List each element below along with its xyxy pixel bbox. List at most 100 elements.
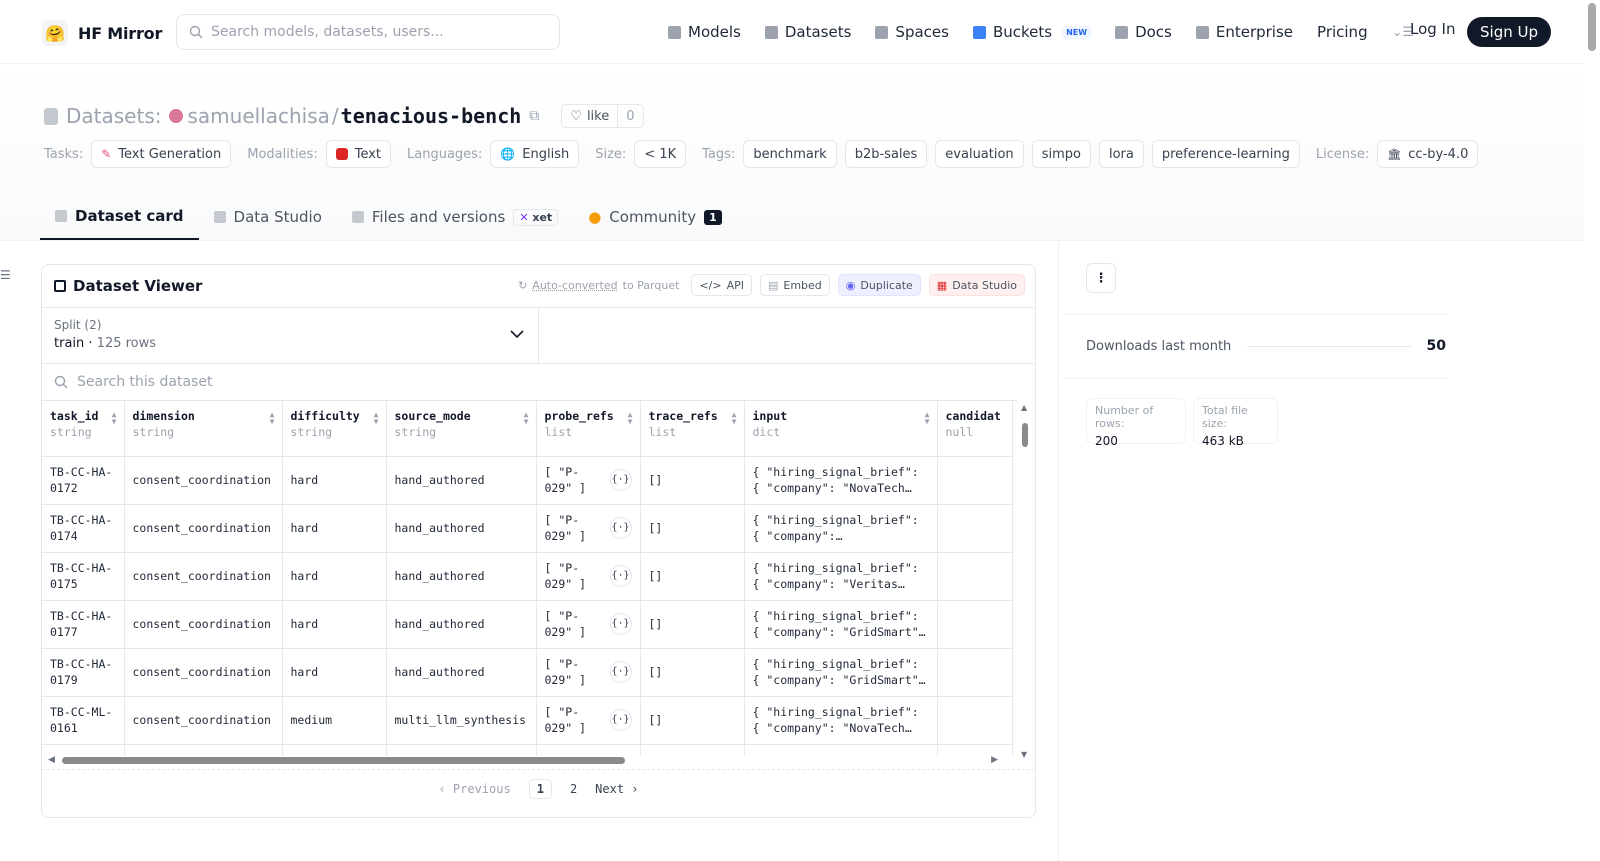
api-button[interactable]: </> API <box>691 274 752 296</box>
tab-data-studio[interactable]: Data Studio <box>199 194 337 240</box>
cell-task-id[interactable]: TB-CC-ML-0161 <box>42 696 125 745</box>
page-1-button[interactable]: 1 <box>528 778 552 799</box>
tag-language[interactable]: 🌐 English <box>490 140 580 168</box>
scrollbar-thumb[interactable] <box>62 757 625 764</box>
dataset-name[interactable]: tenacious-bench <box>341 104 522 128</box>
nav-docs[interactable]: Docs <box>1115 23 1172 41</box>
cell-dimension[interactable]: consent_coordination <box>124 600 283 649</box>
nav-datasets[interactable]: Datasets <box>764 23 851 41</box>
cell-probe-refs[interactable]: [ "P-029" ] {·} <box>536 504 641 553</box>
table-row[interactable]: TB-CC-HA-0177 consent_coordination hard han… <box>42 600 1013 649</box>
cell-task-id[interactable]: TB-CC-HA-0175 <box>42 552 125 601</box>
like-button[interactable]: ♡ like 0 <box>561 104 644 128</box>
cell-input[interactable]: { "hiring_signal_brief": { "company": "Gr… <box>744 600 938 649</box>
scrollbar-thumb[interactable] <box>1588 3 1596 51</box>
duplicate-button[interactable]: ◉ Duplicate <box>837 274 921 296</box>
json-expand-icon[interactable]: {·} <box>609 661 632 683</box>
json-expand-icon[interactable]: {·} <box>609 709 632 731</box>
cell-input[interactable]: { "hiring_signal_brief": { "company": "No… <box>744 456 938 505</box>
cell-dimension[interactable]: consent_coordination <box>124 696 283 745</box>
table-row[interactable]: TB-CC-HA-0172 consent_coordination hard han… <box>42 456 1013 505</box>
tag-task[interactable]: ✎ Text Generation <box>91 140 232 168</box>
cell-source-mode[interactable]: hand_authored <box>386 600 537 649</box>
json-expand-icon[interactable]: {·} <box>609 565 632 587</box>
cell-difficulty[interactable]: hard <box>282 504 387 553</box>
cell-dimension[interactable]: consent_coordination <box>124 552 283 601</box>
cell-trace-refs[interactable]: [] <box>640 504 745 553</box>
copy-icon[interactable]: ⧉ <box>529 108 539 124</box>
cell-probe-refs[interactable]: [ "P-029" ] {·} <box>536 456 641 505</box>
json-expand-icon[interactable]: {·} <box>609 517 632 539</box>
table-vertical-scrollbar[interactable]: ▲ ▼ <box>1021 403 1029 759</box>
column-header[interactable]: source_mode string ▲ ▼ <box>386 401 537 457</box>
cell-probe-refs[interactable]: [ "P-029" ] {·} <box>536 648 641 697</box>
table-row[interactable]: TB-CC-HA-0175 consent_coordination hard han… <box>42 552 1013 601</box>
tag-benchmark[interactable]: benchmark <box>743 140 837 168</box>
sort-icon[interactable]: ▲ ▼ <box>270 411 275 426</box>
table-row[interactable]: TB-CC-ML-0161 consent_coordination medium m… <box>42 696 1013 745</box>
cell-source-mode[interactable]: hand_authored <box>386 648 537 697</box>
cell-input[interactable]: { "hiring_signal_brief": { "company":… <box>744 504 938 553</box>
column-header[interactable]: probe_refs list ▲ ▼ <box>536 401 641 457</box>
tag-b2b-sales[interactable]: b2b-sales <box>844 140 928 168</box>
cell-candidate[interactable] <box>937 600 1013 649</box>
cell-candidate[interactable] <box>937 456 1013 505</box>
sort-icon[interactable]: ▲ ▼ <box>112 411 117 426</box>
sort-icon[interactable]: ▲ ▼ <box>628 411 633 426</box>
table-row[interactable]: TB-CC-HA-0174 consent_coordination hard han… <box>42 504 1013 553</box>
cell-source-mode[interactable]: hand_authored <box>386 504 537 553</box>
column-header[interactable]: input dict ▲ ▼ <box>744 401 938 457</box>
nav-enterprise[interactable]: Enterprise <box>1195 23 1293 41</box>
auto-converted-note[interactable]: ↻ Auto-converted to Parquet <box>518 279 679 292</box>
scroll-right-icon[interactable]: ▶ <box>991 755 998 765</box>
tag-license[interactable]: 🏛 cc-by-4.0 <box>1377 140 1479 168</box>
cell-task-id[interactable]: TB-CC-HA-0172 <box>42 456 125 505</box>
split-select[interactable]: Split (2) train · 125 rows <box>42 308 539 363</box>
tag-size[interactable]: < 1K <box>634 140 687 168</box>
nav-pricing[interactable]: Pricing <box>1317 23 1368 41</box>
cell-candidate[interactable] <box>937 648 1013 697</box>
cell-source-mode[interactable]: hand_authored <box>386 456 537 505</box>
cell-source-mode[interactable]: hand_authored <box>386 552 537 601</box>
embed-button[interactable]: ▤ Embed <box>759 274 830 296</box>
cell-difficulty[interactable]: medium <box>282 696 387 745</box>
column-header[interactable]: trace_refs list ▲ ▼ <box>640 401 745 457</box>
table-horizontal-scrollbar[interactable]: ◀ ▶ <box>48 755 998 767</box>
cell-candidate[interactable] <box>937 504 1013 553</box>
next-page-button[interactable]: Next › <box>595 782 638 796</box>
sort-icon[interactable]: ▲ ▼ <box>732 411 737 426</box>
cell-dimension[interactable]: consent_coordination <box>124 648 283 697</box>
global-search-input[interactable]: Search models, datasets, users... <box>176 14 560 50</box>
auto-converted-link[interactable]: Auto-converted <box>532 279 617 292</box>
cell-difficulty[interactable]: hard <box>282 600 387 649</box>
signup-button[interactable]: Sign Up <box>1467 17 1551 47</box>
cell-input[interactable]: { "hiring_signal_brief": { "company": "Gr… <box>744 648 938 697</box>
cell-trace-refs[interactable]: [] <box>640 600 745 649</box>
cell-trace-refs[interactable]: [] <box>640 648 745 697</box>
tab-community[interactable]: ● Community 1 <box>573 194 737 240</box>
column-header[interactable]: task_id string ▲ ▼ <box>42 401 125 457</box>
tag-modality[interactable]: Text <box>325 140 392 168</box>
tag-lora[interactable]: lora <box>1098 140 1144 168</box>
cell-probe-refs[interactable]: [ "P-029" ] {·} <box>536 600 641 649</box>
cell-input[interactable]: { "hiring_signal_brief": { "company": "Ve… <box>744 552 938 601</box>
cell-dimension[interactable]: consent_coordination <box>124 456 283 505</box>
nav-spaces[interactable]: Spaces <box>875 23 949 41</box>
nav-models[interactable]: Models <box>668 23 741 41</box>
column-header[interactable]: dimension string ▲ ▼ <box>124 401 283 457</box>
table-row[interactable]: TB-CC-HA-0179 consent_coordination hard han… <box>42 648 1013 697</box>
json-expand-icon[interactable]: {·} <box>609 613 632 635</box>
scroll-left-icon[interactable]: ◀ <box>48 755 55 765</box>
cell-task-id[interactable]: TB-CC-HA-0174 <box>42 504 125 553</box>
page-2-button[interactable]: 2 <box>570 782 577 796</box>
scroll-up-icon[interactable]: ▲ <box>1021 403 1027 412</box>
tab-dataset-card[interactable]: Dataset card <box>40 194 199 240</box>
json-expand-icon[interactable]: {·} <box>609 469 632 491</box>
page-scrollbar[interactable] <box>1584 0 1600 861</box>
cell-source-mode[interactable]: multi_llm_synthesis <box>386 696 537 745</box>
cell-difficulty[interactable]: hard <box>282 552 387 601</box>
login-link[interactable]: Log In <box>1410 20 1456 38</box>
owner-link[interactable]: samuellachisa <box>187 104 329 128</box>
cell-input[interactable]: { "hiring_signal_brief": { "company": "No… <box>744 696 938 745</box>
cell-candidate[interactable] <box>937 552 1013 601</box>
